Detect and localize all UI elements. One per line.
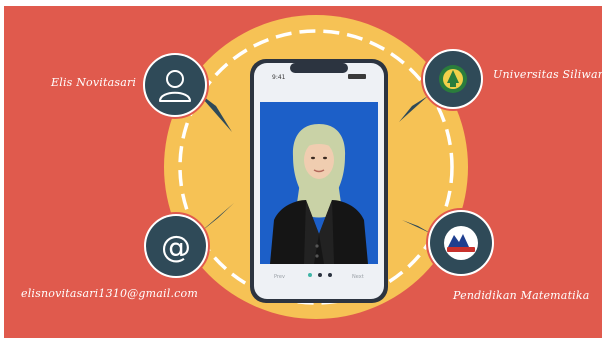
profile-photo bbox=[260, 102, 378, 264]
at-sign-icon: @ bbox=[161, 230, 191, 265]
slide: @ 9:41 Prev Next Elis Novitasari Univers… bbox=[4, 6, 602, 338]
university-label: Universitas Siliwangi bbox=[493, 68, 602, 81]
phone-notch bbox=[290, 63, 348, 73]
name-badge bbox=[141, 51, 209, 119]
university-badge bbox=[421, 47, 485, 111]
department-badge bbox=[426, 208, 496, 278]
department-label: Pendidikan Matematika bbox=[453, 289, 590, 302]
department-logo-icon bbox=[444, 226, 478, 260]
svg-text:Prev: Prev bbox=[274, 274, 285, 280]
email-label: elisnovitasari1310@gmail.com bbox=[21, 287, 198, 300]
carousel-dots: Prev Next bbox=[260, 264, 378, 286]
name-label: Elis Novitasari bbox=[51, 76, 137, 89]
university-logo-icon bbox=[439, 65, 467, 93]
email-badge: @ bbox=[142, 212, 210, 280]
svg-text:9:41: 9:41 bbox=[272, 74, 286, 81]
svg-text:Next: Next bbox=[352, 274, 364, 280]
